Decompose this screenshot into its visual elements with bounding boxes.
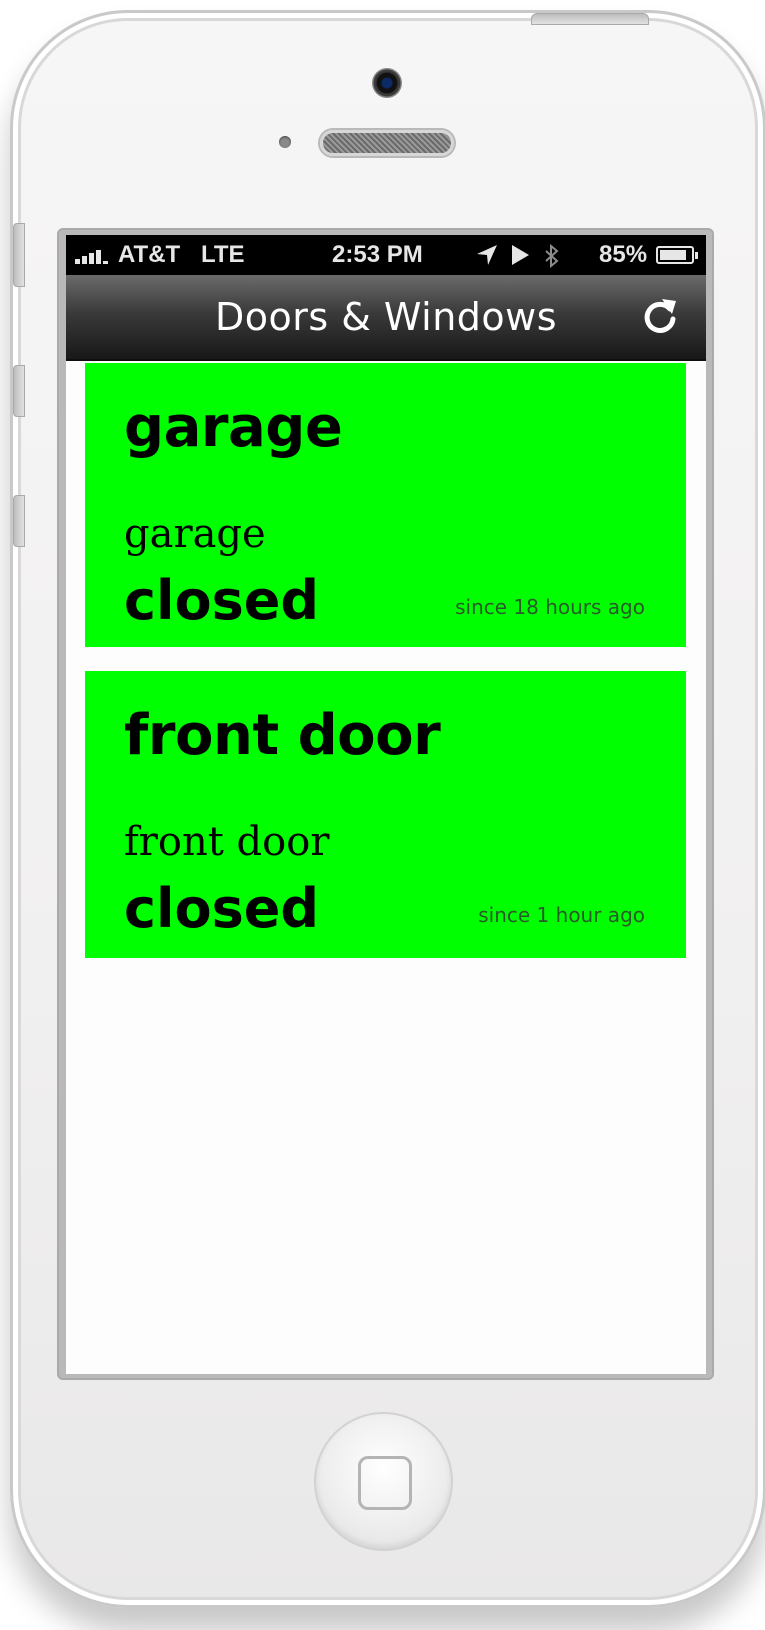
status-bar: AT&T LTE 2:53 PM 85%	[66, 235, 706, 275]
mute-switch	[13, 223, 25, 287]
navigation-bar: Doors & Windows	[66, 275, 706, 361]
volume-down-button	[13, 495, 25, 547]
signal-icon	[75, 248, 115, 264]
sensor-state: closed	[124, 877, 320, 940]
sensor-since: since 1 hour ago	[478, 903, 645, 927]
proximity-sensor	[279, 136, 291, 148]
front-camera-icon	[372, 68, 402, 98]
sensor-list: garage garage closed since 18 hours ago …	[85, 363, 686, 982]
bluetooth-icon	[545, 244, 559, 268]
app-screen: AT&T LTE 2:53 PM 85% Doors & Windows gar…	[66, 235, 706, 1374]
carrier-label: AT&T	[118, 241, 181, 268]
sensor-subtitle: garage	[124, 511, 266, 557]
battery-icon	[656, 246, 698, 264]
network-label: LTE	[201, 241, 245, 268]
sensor-card-garage[interactable]: garage garage closed since 18 hours ago	[85, 363, 686, 647]
play-icon	[512, 245, 529, 265]
sensor-title: front door	[124, 703, 441, 768]
home-square-icon	[358, 1456, 412, 1510]
power-button	[531, 13, 649, 25]
page-title: Doors & Windows	[214, 295, 558, 339]
location-arrow-icon	[477, 245, 497, 265]
earpiece-speaker	[320, 130, 454, 156]
clock: 2:53 PM	[332, 241, 423, 268]
sensor-card-front-door[interactable]: front door front door closed since 1 hou…	[85, 671, 686, 958]
refresh-icon[interactable]	[640, 295, 680, 339]
sensor-subtitle: front door	[124, 819, 330, 865]
sensor-since: since 18 hours ago	[455, 595, 645, 619]
sensor-state: closed	[124, 569, 320, 632]
home-button[interactable]	[314, 1412, 453, 1551]
sensor-title: garage	[124, 395, 343, 460]
volume-up-button	[13, 365, 25, 417]
battery-percent: 85%	[599, 241, 648, 268]
